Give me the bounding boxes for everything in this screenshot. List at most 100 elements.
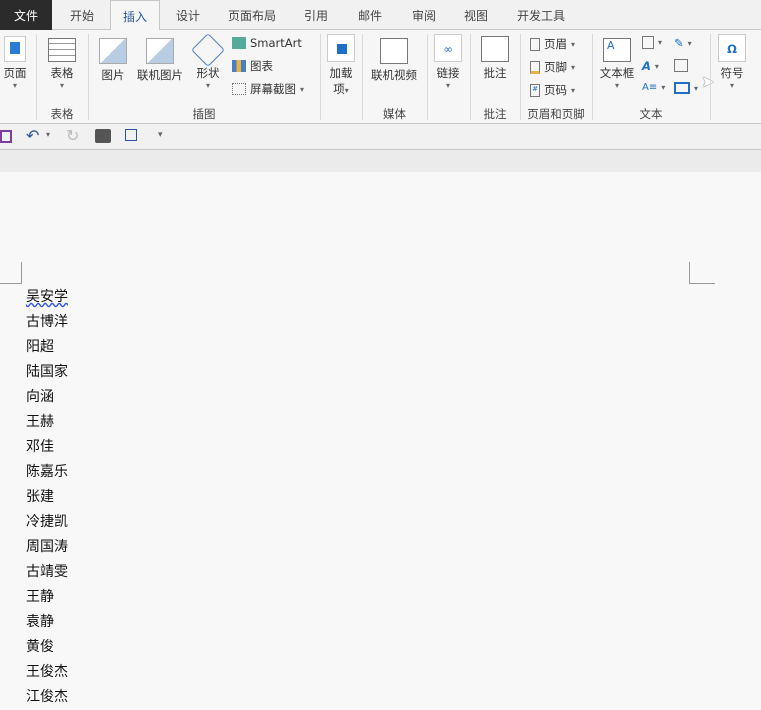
document-line[interactable]: 古博洋 [26, 310, 68, 335]
screenshot-label: 屏幕截图 [250, 82, 296, 96]
table-icon [48, 38, 76, 62]
table-label: 表格 [50, 66, 74, 80]
online-picture-label: 联机图片 [137, 68, 183, 82]
shapes-label: 形状 [196, 66, 220, 80]
document-line[interactable]: 冷捷凯 [26, 510, 68, 535]
ribbon-tabs: 文件 开始 插入 设计 页面布局 引用 邮件 审阅 视图 开发工具 [0, 0, 761, 31]
shapes-icon [191, 33, 225, 67]
comment-icon [481, 36, 509, 62]
undo-icon[interactable]: ↶ [26, 126, 39, 145]
comment-label: 批注 [483, 66, 507, 80]
link-icon: ∞ [434, 34, 462, 62]
online-picture-button[interactable]: 联机图片 [134, 38, 186, 83]
tab-references[interactable]: 引用 [296, 0, 336, 30]
document-line[interactable]: 王俊杰 [26, 660, 68, 685]
addins-label: 加载 [329, 66, 353, 80]
page-button[interactable]: 页面 ▾ [0, 36, 30, 90]
document-line[interactable]: 古靖雯 [26, 560, 68, 585]
header-button[interactable]: 页眉 ▾ [530, 36, 575, 52]
document-line[interactable]: 周国涛 [26, 535, 68, 560]
link-label: 链接 [436, 66, 460, 80]
addins-label-2: 项 [333, 82, 345, 96]
link-button[interactable]: ∞ 链接 ▾ [432, 34, 464, 90]
page-number-icon: # [530, 83, 540, 97]
page-label: 页面 [3, 66, 27, 80]
document-line[interactable]: 阳超 [26, 335, 54, 360]
chart-label: 图表 [250, 59, 273, 73]
header-icon [530, 37, 540, 51]
margin-mark-right [689, 262, 715, 284]
signature-line-icon: ✎ [674, 36, 684, 50]
group-label-media: 媒体 [383, 107, 406, 121]
textbox-button[interactable]: A 文本框 ▾ [596, 38, 638, 90]
save-icon[interactable] [0, 130, 12, 143]
document-line[interactable]: 王赫 [26, 410, 54, 435]
group-label-comments: 批注 [483, 107, 507, 121]
tab-insert[interactable]: 插入 [110, 0, 160, 31]
symbol-label: 符号 [720, 66, 744, 80]
print-preview-icon[interactable] [95, 129, 111, 143]
smartart-icon [232, 37, 246, 49]
textbox-icon: A [603, 38, 631, 62]
document-line[interactable]: 陆国家 [26, 360, 68, 385]
tab-developer[interactable]: 开发工具 [508, 0, 574, 30]
screenshot-icon [232, 83, 246, 95]
document-line[interactable]: 江俊杰 [26, 685, 68, 710]
addins-button[interactable]: 加载 项▾ [326, 34, 356, 97]
tab-view[interactable]: 视图 [456, 0, 496, 30]
drop-cap-button[interactable]: A≡ ▾ [642, 82, 665, 93]
footer-button[interactable]: 页脚 ▾ [530, 59, 575, 75]
document-line[interactable]: 袁静 [26, 610, 54, 635]
document-line[interactable]: 陈嘉乐 [26, 460, 68, 485]
online-video-label: 联机视频 [371, 68, 417, 82]
document-line[interactable]: 黄俊 [26, 635, 54, 660]
tab-review[interactable]: 审阅 [404, 0, 444, 30]
online-video-button[interactable]: 联机视频 [366, 38, 422, 83]
quick-parts-button[interactable]: ▾ [642, 36, 662, 49]
online-picture-icon [146, 38, 174, 64]
page-number-button[interactable]: # 页码 ▾ [530, 82, 575, 98]
picture-label: 图片 [101, 68, 125, 82]
tab-home[interactable]: 开始 [60, 0, 104, 30]
tab-mailings[interactable]: 邮件 [350, 0, 390, 30]
online-video-icon [380, 38, 408, 64]
comment-button[interactable]: 批注 [476, 36, 514, 81]
shapes-button[interactable]: 形状 ▾ [191, 33, 225, 90]
undo-dropdown-icon[interactable]: ▾ [46, 130, 50, 139]
redo-icon[interactable]: ↻ [66, 126, 79, 145]
document-line[interactable]: 吴安学 [26, 285, 68, 310]
table-button[interactable]: 表格 ▾ [44, 38, 80, 90]
document-line[interactable]: 王静 [26, 585, 54, 610]
smartart-button[interactable]: SmartArt [232, 36, 302, 50]
signature-line-button[interactable]: ✎ ▾ [674, 36, 692, 50]
wordart-icon: A [642, 59, 651, 73]
date-time-button[interactable] [674, 59, 688, 72]
header-label: 页眉 [544, 37, 567, 51]
page-number-label: 页码 [544, 83, 567, 97]
chart-button[interactable]: 图表 [232, 58, 273, 74]
drop-cap-icon: A≡ [642, 82, 658, 93]
group-label-text: 文本 [639, 107, 663, 121]
mouse-cursor-icon: ➤ [701, 72, 715, 91]
screenshot-button[interactable]: 屏幕截图 ▾ [232, 81, 304, 97]
tab-design[interactable]: 设计 [166, 0, 210, 30]
tab-file[interactable]: 文件 [0, 0, 52, 30]
document-line[interactable]: 张建 [26, 485, 54, 510]
document-line[interactable]: 向涵 [26, 385, 54, 410]
picture-button[interactable]: 图片 [96, 38, 130, 83]
symbol-button[interactable]: Ω 符号 ▾ [716, 34, 748, 90]
touch-mode-icon[interactable] [125, 129, 137, 141]
chart-icon [232, 60, 246, 72]
document-line[interactable]: 邓佳 [26, 435, 54, 460]
object-button[interactable]: ▾ [674, 82, 698, 94]
smartart-label: SmartArt [250, 36, 302, 50]
textbox-label: 文本框 [599, 66, 635, 80]
group-label-illustrations: 插图 [192, 107, 216, 121]
document-top-margin [0, 150, 761, 172]
date-time-icon [674, 59, 688, 72]
customize-qat-icon[interactable]: ▾ [158, 130, 163, 140]
wordart-button[interactable]: A ▾ [642, 59, 659, 73]
margin-mark-left [0, 262, 22, 284]
tab-layout[interactable]: 页面布局 [220, 0, 284, 30]
group-label-tables: 表格 [50, 107, 74, 121]
